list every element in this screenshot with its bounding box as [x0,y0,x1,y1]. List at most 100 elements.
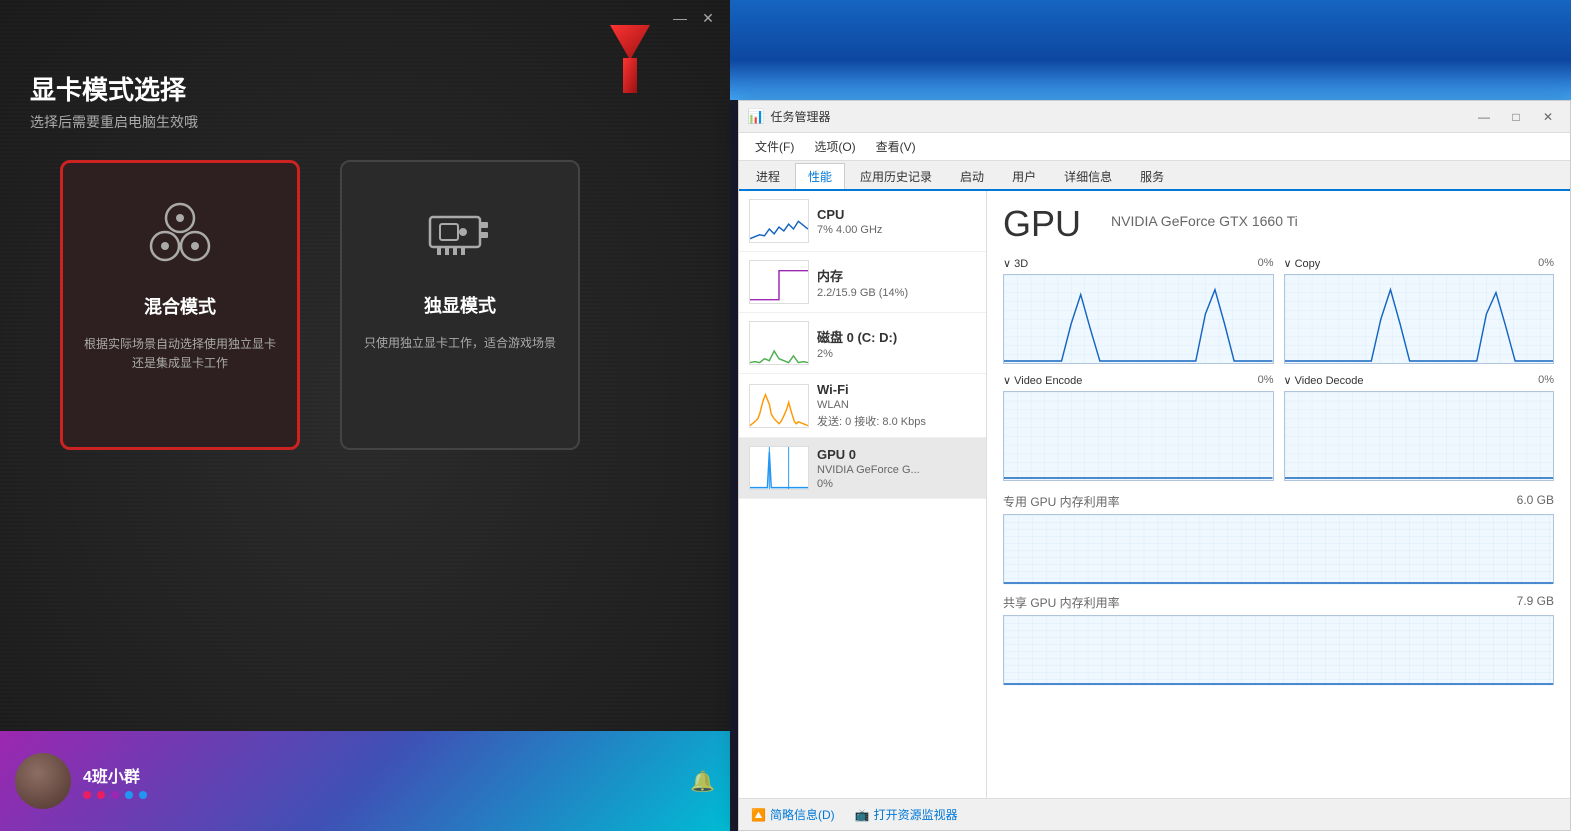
tm-sidebar: CPU 7% 4.00 GHz 内存 2.2/15.9 GB (14%) [739,191,987,798]
dot-1 [83,791,91,799]
dot-2 [97,791,105,799]
gpu-3d-chart-block: ∨ 3D 0% [1003,257,1274,364]
gpu-sub: NVIDIA GeForce G... [817,464,976,476]
avatar [15,753,71,809]
tm-minimize-button[interactable]: — [1470,105,1498,129]
tm-close-button[interactable]: ✕ [1534,105,1562,129]
tab-performance[interactable]: 性能 [795,163,845,189]
hybrid-mode-title: 混合模式 [144,293,216,319]
shared-mem-label: 共享 GPU 内存利用率 7.9 GB [1003,594,1554,611]
monitor-icon: 📺 [855,808,870,822]
gpu-pct: 0% [817,478,976,490]
tm-tabs: 进程 性能 应用历史记录 启动 用户 详细信息 服务 [739,161,1570,191]
sidebar-item-disk[interactable]: 磁盘 0 (C: D:) 2% [739,313,986,374]
wifi-sub3: 发送: 0 接收: 8.0 Kbps [817,413,976,429]
sidebar-item-wifi[interactable]: Wi-Fi WLAN 发送: 0 接收: 8.0 Kbps [739,374,986,438]
wifi-title: Wi-Fi [817,382,976,397]
gpu-mini-chart [749,446,809,490]
cpu-title: CPU [817,207,976,222]
group-name: 4班小群 [83,763,147,787]
gpu-charts-grid: ∨ 3D 0% [1003,257,1554,481]
cpu-mini-chart [749,199,809,243]
tab-app-history[interactable]: 应用历史记录 [847,163,945,189]
cpu-sub: 7% 4.00 GHz [817,224,976,236]
gpu-mode-panel: — ✕ 显卡模式选择 选择后需要重启电脑生效哦 [0,0,730,831]
gpu-model-name: NVIDIA GeForce GTX 1660 Ti [1111,213,1298,229]
memory-mini-chart [749,260,809,304]
gpu-encode-label: ∨ Video Encode 0% [1003,374,1274,387]
tm-menubar: 文件(F) 选项(O) 查看(V) [739,133,1570,161]
wifi-info: Wi-Fi WLAN 发送: 0 接收: 8.0 Kbps [817,382,976,429]
tab-startup[interactable]: 启动 [947,163,997,189]
gpu-copy-chart-block: ∨ Copy 0% [1284,257,1555,364]
gpu-3d-chart [1003,274,1274,364]
notification-icon[interactable]: 🔔 [690,769,715,794]
brand-logo [590,20,670,100]
tab-users[interactable]: 用户 [999,163,1049,189]
cpu-info: CPU 7% 4.00 GHz [817,207,976,236]
hybrid-mode-icon [140,193,220,273]
avatar-image [15,753,71,809]
panel-subtitle: 选择后需要重启电脑生效哦 [30,112,198,132]
logo-area [590,20,670,100]
memory-info: 内存 2.2/15.9 GB (14%) [817,266,976,299]
hybrid-mode-card[interactable]: 混合模式 根据实际场景自动选择使用独立显卡还是集成显卡工作 [60,160,300,450]
discrete-mode-title: 独显模式 [424,292,496,318]
tm-window-title: 任务管理器 [770,108,1470,125]
gpu-big-title: GPU [1003,203,1081,245]
hybrid-mode-desc: 根据实际场景自动选择使用独立显卡还是集成显卡工作 [83,335,277,373]
tm-body: CPU 7% 4.00 GHz 内存 2.2/15.9 GB (14%) [739,191,1570,798]
disk-title: 磁盘 0 (C: D:) [817,327,976,346]
gpu-copy-chart [1284,274,1555,364]
dot-5 [139,791,147,799]
status-dots [83,791,147,799]
tab-details[interactable]: 详细信息 [1051,163,1125,189]
mode-cards-container: 混合模式 根据实际场景自动选择使用独立显卡还是集成显卡工作 [60,160,580,450]
discrete-mode-card[interactable]: 独显模式 只使用独立显卡工作，适合游戏场景 [340,160,580,450]
dot-4 [125,791,133,799]
shared-mem-chart [1003,615,1554,685]
gpu-decode-label: ∨ Video Decode 0% [1284,374,1555,387]
gpu-info: GPU 0 NVIDIA GeForce G... 0% [817,447,976,490]
wifi-mini-chart [749,384,809,428]
close-button[interactable]: ✕ [694,4,722,32]
gpu-copy-label: ∨ Copy 0% [1284,257,1555,270]
tm-titlebar: 📊 任务管理器 — □ ✕ [739,101,1570,133]
tm-gpu-detail: GPU NVIDIA GeForce GTX 1660 Ti ∨ 3D 0% [987,191,1570,798]
tm-window-controls: — □ ✕ [1470,105,1562,129]
tm-footer: 🔼 简略信息(D) 📺 打开资源监视器 [739,798,1570,830]
memory-title: 内存 [817,266,976,285]
tab-processes[interactable]: 进程 [743,163,793,189]
open-resource-monitor-link[interactable]: 📺 打开资源监视器 [855,806,958,823]
gpu-header: GPU NVIDIA GeForce GTX 1660 Ti [1003,203,1554,245]
tm-menu-options[interactable]: 选项(O) [806,136,863,157]
task-manager-window: 📊 任务管理器 — □ ✕ 文件(F) 选项(O) 查看(V) 进程 性能 应用… [738,100,1571,831]
wifi-sub2: WLAN [817,399,976,411]
tm-menu-view[interactable]: 查看(V) [868,136,924,157]
discrete-mode-desc: 只使用独立显卡工作，适合游戏场景 [364,334,556,353]
disk-mini-chart [749,321,809,365]
dedicated-mem-chart [1003,514,1554,584]
disk-sub: 2% [817,348,976,360]
tm-window-icon: 📊 [747,108,764,125]
discrete-mode-icon [420,192,500,272]
summary-info-link[interactable]: 🔼 简略信息(D) [751,806,835,823]
bottom-notification-bar[interactable]: 4班小群 🔔 [0,731,730,831]
gpu-encode-chart-block: ∨ Video Encode 0% [1003,374,1274,481]
gpu-encode-chart [1003,391,1274,481]
minimize-button[interactable]: — [666,4,694,32]
gpu-3d-label: ∨ 3D 0% [1003,257,1274,270]
gpu-decode-chart-block: ∨ Video Decode 0% [1284,374,1555,481]
sidebar-item-gpu[interactable]: GPU 0 NVIDIA GeForce G... 0% [739,438,986,499]
tm-menu-file[interactable]: 文件(F) [747,136,802,157]
sidebar-item-memory[interactable]: 内存 2.2/15.9 GB (14%) [739,252,986,313]
tm-maximize-button[interactable]: □ [1502,105,1530,129]
tab-services[interactable]: 服务 [1127,163,1177,189]
disk-info: 磁盘 0 (C: D:) 2% [817,327,976,360]
dot-3 [111,791,119,799]
panel-title: 显卡模式选择 [30,70,186,107]
chevron-up-icon: 🔼 [751,808,766,822]
gpu-title: GPU 0 [817,447,976,462]
group-info: 4班小群 [83,763,147,799]
sidebar-item-cpu[interactable]: CPU 7% 4.00 GHz [739,191,986,252]
